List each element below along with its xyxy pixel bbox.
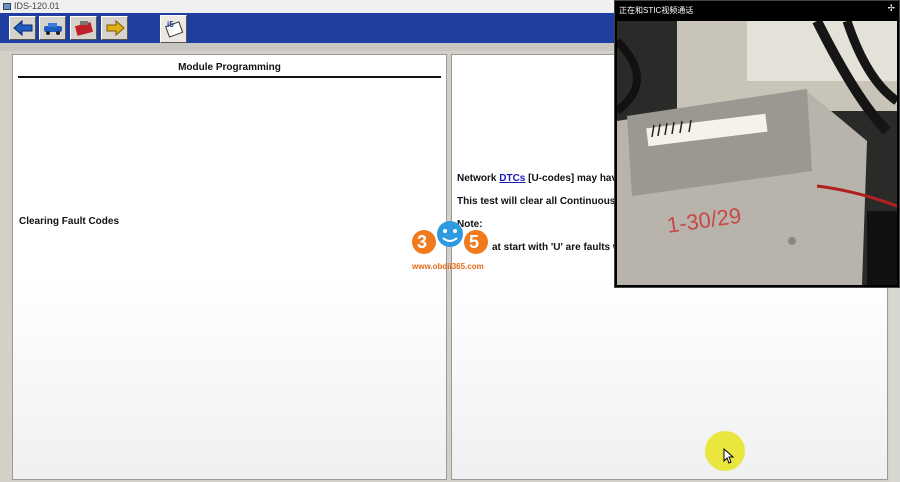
video-call-title: 正在和STIC视频通话 [619,6,694,15]
info-line-ucodes: at start with 'U' are faults wh [492,242,627,253]
svg-text:i5: i5 [167,20,174,29]
vehicle-icon [44,23,62,35]
title-divider [18,76,441,78]
toolbox-icon [74,21,94,36]
video-call-window[interactable]: 正在和STIC视频通话 ✢ 1-30/29 [614,0,900,288]
window-title: IDS-120.01 [14,1,60,11]
info-line-clear: This test will clear all Continuous M [457,196,627,207]
step-label: Clearing Fault Codes [19,216,120,227]
svg-text:5: 5 [469,232,479,252]
back-arrow-icon [13,19,33,37]
pin-icon[interactable]: ✢ [887,3,895,14]
forward-button[interactable] [101,16,128,40]
programming-tab[interactable]: i5 [160,15,187,43]
panel-title: Module Programming [178,62,281,73]
svg-text:3: 3 [417,232,427,252]
back-button[interactable] [9,16,36,40]
toolbox-button[interactable] [70,16,97,40]
dtcs-link[interactable]: DTCs [499,173,525,184]
camera-feed: 1-30/29 [617,21,897,285]
watermark-url: www.obdii365.com [412,262,484,271]
left-panel: Module Programming Clearing Fault Codes [12,54,447,480]
info-line-network: Network DTCs [U-codes] may have b [457,173,632,184]
programming-tab-icon: i5 [165,20,184,38]
vehicle-button[interactable] [39,16,66,40]
forward-arrow-icon [106,19,125,37]
mouse-cursor-icon [723,448,735,464]
app-icon [3,3,11,10]
